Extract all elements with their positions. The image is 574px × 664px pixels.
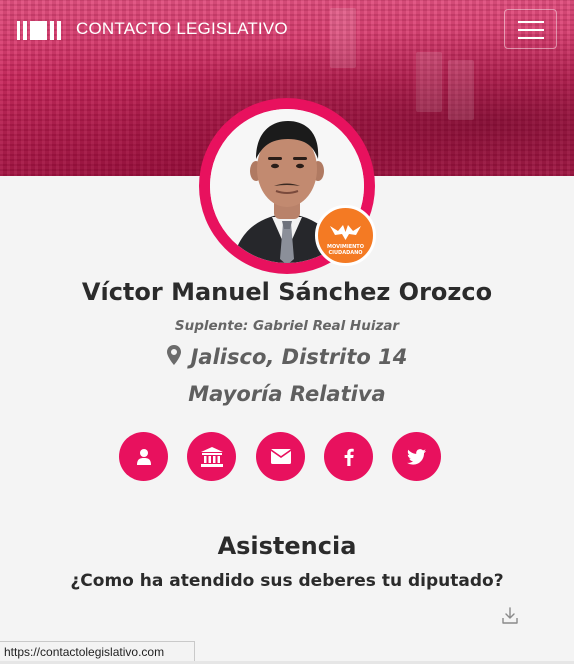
party-badge-label: MOVIMIENTO CIUDADANO bbox=[327, 244, 364, 256]
attendance-subtitle: ¿Como ha atendido sus deberes tu diputad… bbox=[70, 571, 504, 591]
banner-flag bbox=[416, 52, 442, 112]
columns-logo-icon[interactable] bbox=[17, 21, 61, 40]
brand-title[interactable]: CONTACTO LEGISLATIVO bbox=[76, 19, 288, 39]
twitter-icon bbox=[407, 448, 426, 465]
envelope-icon bbox=[270, 449, 291, 464]
eagle-icon bbox=[330, 225, 361, 240]
facebook-button[interactable] bbox=[324, 432, 373, 481]
menu-toggle-button[interactable] bbox=[504, 9, 557, 49]
congress-button[interactable] bbox=[187, 432, 236, 481]
district-text: Jalisco, Distrito 14 bbox=[190, 345, 408, 369]
email-button[interactable] bbox=[256, 432, 305, 481]
party-badge: MOVIMIENTO CIUDADANO bbox=[315, 205, 376, 266]
twitter-button[interactable] bbox=[392, 432, 441, 481]
hamburger-icon bbox=[518, 21, 544, 23]
district-label: Jalisco, Distrito 14 bbox=[0, 345, 574, 369]
map-marker-icon bbox=[166, 345, 181, 365]
institution-icon bbox=[200, 446, 223, 467]
suplente-label: Suplente: Gabriel Real Huizar bbox=[174, 318, 400, 334]
banner-flag bbox=[330, 8, 356, 68]
user-icon bbox=[136, 448, 151, 465]
election-principle: Mayoría Relativa bbox=[188, 382, 386, 406]
profile-button[interactable] bbox=[119, 432, 168, 481]
deputy-name: Víctor Manuel Sánchez Orozco bbox=[81, 278, 493, 306]
download-icon[interactable] bbox=[501, 607, 519, 625]
attendance-title: Asistencia bbox=[217, 532, 357, 560]
banner-flag bbox=[448, 60, 474, 120]
facebook-icon bbox=[344, 448, 354, 466]
